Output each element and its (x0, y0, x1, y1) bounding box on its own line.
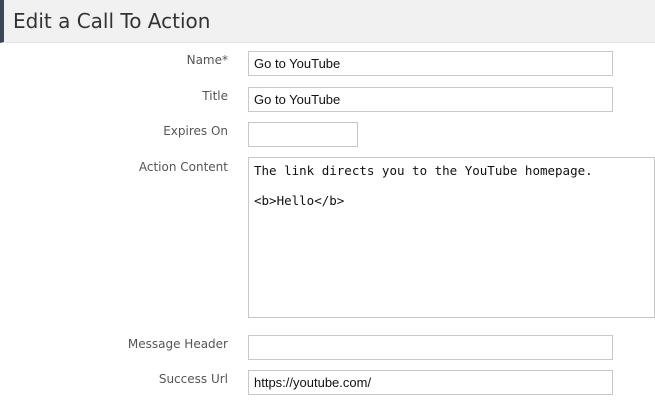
name-label: Name* (186, 53, 228, 67)
page-title: Edit a Call To Action (13, 9, 211, 33)
title-label: Title (202, 89, 228, 103)
success-url-input[interactable] (248, 370, 613, 395)
success-url-label: Success Url (158, 372, 228, 386)
title-input[interactable] (248, 87, 613, 112)
expires-on-label: Expires On (163, 124, 228, 138)
edit-cta-page: Edit a Call To Action Name* Title Expire… (0, 0, 655, 411)
expires-on-input[interactable] (248, 122, 358, 147)
action-content-label: Action Content (138, 160, 228, 174)
message-header-label: Message Header (127, 337, 228, 351)
message-header-input[interactable] (248, 335, 613, 360)
action-content-textarea[interactable]: The link directs you to the YouTube home… (248, 157, 655, 318)
name-input[interactable] (248, 51, 613, 76)
page-header: Edit a Call To Action (0, 0, 655, 43)
